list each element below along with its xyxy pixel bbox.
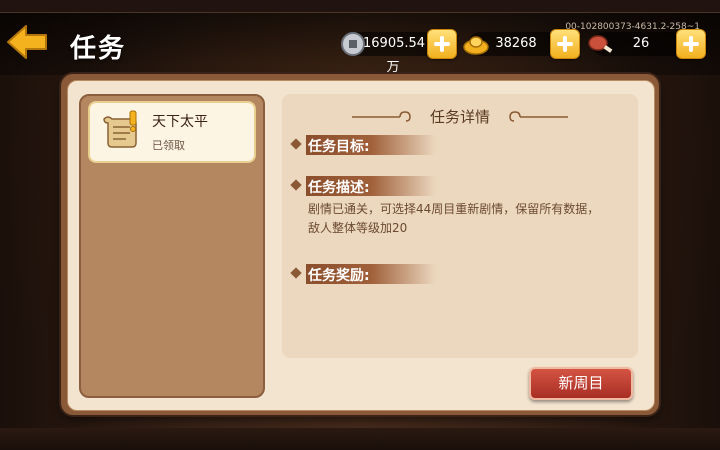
desc-section-header: 任务描述: <box>290 176 440 196</box>
task-item[interactable]: 天下太平 已领取 <box>88 101 256 163</box>
add-stamina-button[interactable] <box>676 29 706 59</box>
diamond-icon <box>290 267 302 279</box>
desc-label: 任务描述: <box>308 180 370 196</box>
bottom-strip <box>0 428 720 450</box>
task-status: 已领取 <box>152 139 185 152</box>
stamina-counter: 26 <box>588 29 706 59</box>
diamond-icon <box>290 179 302 191</box>
silver-counter: 16905.54万 <box>341 29 457 75</box>
goal-section-header: 任务目标: <box>290 135 440 155</box>
reward-label: 任务奖励: <box>308 268 370 284</box>
detail-title: 任务详情 <box>429 108 490 126</box>
new-cycle-button[interactable]: 新周目 <box>529 367 633 400</box>
back-arrow-icon[interactable] <box>6 24 50 60</box>
goal-label: 任务目标: <box>308 139 370 155</box>
right-ornament-icon <box>509 111 568 122</box>
stamina-value: 26 <box>632 36 650 51</box>
silver-value: 16905.54万 <box>363 36 426 75</box>
page-title: 任务 <box>70 34 127 64</box>
task-name: 天下太平 <box>152 114 208 130</box>
add-gold-button[interactable] <box>550 29 580 59</box>
task-description: 剧情已通关，可选择44周目重新剧情，保留所有数据，敌人整体等级加20 <box>308 202 600 235</box>
add-silver-button[interactable] <box>427 29 457 59</box>
top-strip <box>0 0 720 13</box>
scroll-icon <box>103 110 137 148</box>
diamond-icon <box>290 138 302 150</box>
reward-section-header: 任务奖励: <box>290 264 440 284</box>
gold-value: 38268 <box>495 36 537 51</box>
gold-counter: 38268 <box>463 29 580 59</box>
